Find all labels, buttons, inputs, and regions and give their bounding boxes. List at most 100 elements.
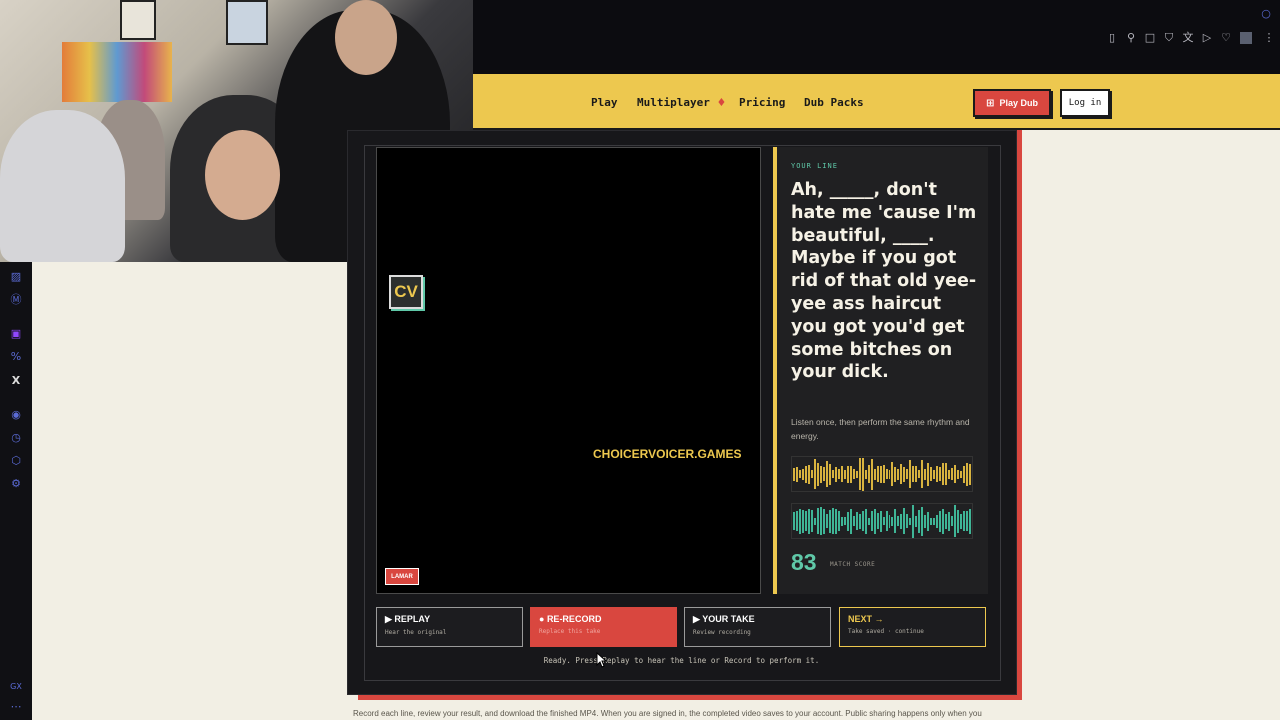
video-player[interactable] (376, 147, 761, 594)
browser-sidebar: ▨ Ⓜ ▣ % X ◉ ◷ ⬡ ⚙ GX ⋯ (0, 262, 32, 720)
waveform-bar (876, 466, 879, 482)
waveform-bar (954, 465, 957, 483)
waveform-bar (945, 513, 948, 529)
next-button[interactable]: NEXT → Take saved · continue (839, 607, 986, 647)
waveform-bar (879, 510, 882, 532)
waveform-bar (912, 466, 915, 482)
waveform-bar (843, 517, 846, 525)
nav-pricing[interactable]: Pricing (739, 96, 785, 109)
video-watermark: CHOICERVOICER.GAMES (593, 447, 742, 461)
waveform-bar (807, 508, 810, 534)
waveform-bar (849, 508, 852, 534)
gx-icon[interactable]: GX (9, 680, 23, 694)
line-hint: Listen once, then perform the same rhyth… (791, 417, 970, 441)
waveform-bar (801, 509, 804, 533)
replay-button[interactable]: ▶ REPLAY Hear the original (376, 607, 523, 647)
waveform-bar (960, 470, 963, 478)
waveform-bar (915, 466, 918, 482)
waveform-bar (894, 509, 897, 533)
player-icon[interactable]: ◉ (9, 408, 23, 422)
waveform-bar (912, 504, 915, 538)
waveform-bar (900, 464, 903, 484)
waveform-bar (954, 505, 957, 537)
person-face (205, 130, 280, 220)
waveform-bar (822, 508, 825, 534)
extensions-icon[interactable]: ⬡ (9, 454, 23, 468)
re-record-button[interactable]: ● RE-RECORD Replace this take (530, 607, 677, 647)
waveform-bar (888, 514, 891, 528)
pin-icon[interactable]: ⚲ (1125, 32, 1137, 44)
waveform-bar (810, 510, 813, 532)
waveform-bar (858, 458, 861, 490)
history-icon[interactable]: ◷ (9, 431, 23, 445)
waveform-bar (948, 511, 951, 531)
waveform-bar (924, 468, 927, 480)
mail-icon[interactable]: Ⓜ (9, 293, 23, 307)
waveform-bar (927, 511, 930, 531)
send-icon[interactable]: ▷ (1201, 32, 1213, 44)
re-record-subtitle: Replace this take (539, 628, 601, 635)
line-text: Ah, _____, don't hate me 'cause I'm beau… (791, 180, 977, 383)
play-dub-button[interactable]: ⊞ Play Dub (973, 89, 1051, 117)
nav-multiplayer-label: Multiplayer (637, 96, 710, 109)
waveform-bar (966, 462, 969, 486)
waveform-bar (798, 470, 801, 478)
waveform-bar (864, 508, 867, 534)
x-icon[interactable]: X (9, 374, 23, 388)
waveform-bar (840, 466, 843, 482)
waveform-bar (816, 508, 819, 534)
settings-icon[interactable]: ⚙ (9, 477, 23, 491)
waveform-bar (855, 470, 858, 478)
waveform-bar (849, 465, 852, 483)
waveform-bar (822, 467, 825, 481)
match-score-label: MATCH SCORE (830, 561, 876, 568)
search-icon[interactable]: ○ (1260, 8, 1272, 20)
waveform-bar (828, 509, 831, 533)
page-background (1022, 130, 1280, 262)
translate-icon[interactable]: 文 (1182, 32, 1194, 44)
footer-note: Record each line, review your result, an… (353, 709, 982, 718)
waveform-bar (933, 517, 936, 525)
waveform-bar (885, 511, 888, 531)
match-score-value: 83 (791, 549, 817, 575)
waveform-bar (861, 511, 864, 531)
percent-icon[interactable]: % (9, 350, 23, 364)
take-waveform (791, 503, 973, 539)
sidebar-toggle-icon[interactable]: ▯ (1106, 32, 1118, 44)
waveform-bar (819, 507, 822, 535)
shield-icon[interactable]: ⛉ (1163, 32, 1175, 44)
waveform-bar (834, 466, 837, 482)
waveform-bar (945, 463, 948, 485)
waveform-bar (957, 509, 960, 533)
waveform-bar (897, 516, 900, 526)
avatar[interactable] (1240, 32, 1252, 44)
nav-multiplayer[interactable]: Multiplayer ♦ (637, 96, 726, 109)
waveform-bar (909, 460, 912, 488)
twitch-icon[interactable]: ▣ (9, 327, 23, 341)
waveform-bar (924, 514, 927, 528)
waveform-bar (906, 514, 909, 528)
login-button[interactable]: Log in (1060, 89, 1110, 117)
heart-icon[interactable]: ♡ (1220, 32, 1232, 44)
more-icon[interactable]: ⋯ (9, 700, 23, 714)
record-dot-icon: ● (539, 614, 547, 624)
waveform-bar (825, 461, 828, 487)
waveform-bar (831, 470, 834, 478)
next-title: NEXT → (848, 614, 884, 624)
waveform-bar (918, 470, 921, 478)
waveform-bar (873, 508, 876, 534)
waveform-bar (870, 458, 873, 490)
notes-icon[interactable]: ▨ (9, 270, 23, 284)
waveform-bar (936, 466, 939, 482)
waveform-bar (804, 511, 807, 531)
waveform-bar (942, 463, 945, 485)
nav-play[interactable]: Play (591, 96, 618, 109)
your-take-button[interactable]: ▶ YOUR TAKE Review recording (684, 607, 831, 647)
nav-dub-packs[interactable]: Dub Packs (804, 96, 864, 109)
waveform-bar (963, 511, 966, 531)
tab-icon[interactable]: □ (1144, 32, 1156, 44)
waveform-bar (867, 465, 870, 483)
wall-art (62, 42, 172, 102)
fire-icon: ♦ (716, 96, 727, 109)
menu-icon[interactable]: ⋮ (1263, 32, 1275, 44)
